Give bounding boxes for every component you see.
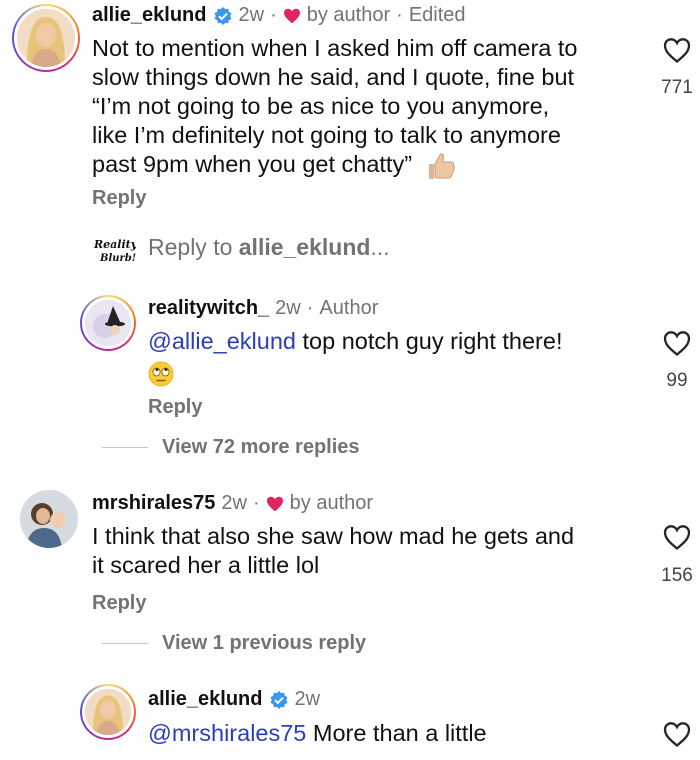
view-more-replies-button[interactable]: View 72 more replies	[102, 436, 360, 459]
reply-button[interactable]: Reply	[92, 187, 146, 210]
rolling-eyes-emoji-icon	[148, 361, 174, 387]
svg-text:Blurb!: Blurb!	[99, 253, 136, 264]
heart-outline-icon[interactable]	[662, 523, 692, 551]
reality-blurb-logo: Reality Blurb!	[93, 238, 139, 264]
profile-photo-icon	[85, 689, 131, 735]
username[interactable]: allie_eklund	[92, 4, 207, 27]
comment-header: allie_eklund 2w	[148, 688, 320, 711]
witch-profile-icon	[85, 300, 131, 346]
username[interactable]: allie_eklund	[148, 688, 263, 711]
comment-header: allie_eklund 2w · by author · Edited	[92, 4, 466, 27]
comment-text: @allie_eklund top notch guy right there!	[148, 327, 648, 387]
verified-badge-icon	[270, 690, 287, 709]
divider-line	[102, 643, 148, 644]
svg-text:Reality: Reality	[93, 238, 136, 251]
comment-text: @mrshirales75 More than a little	[148, 720, 487, 746]
heart-outline-icon[interactable]	[662, 720, 692, 748]
verified-badge-icon	[214, 6, 231, 25]
reply-input[interactable]: Reply to allie_eklund...	[148, 234, 390, 261]
like-count: 771	[661, 77, 693, 98]
comment-text: Not to mention when I asked him off came…	[92, 34, 632, 181]
profile-photo-icon	[17, 9, 75, 67]
avatar-realitywitch[interactable]	[80, 295, 136, 351]
mention-link[interactable]: @mrshirales75	[148, 720, 306, 746]
liked-by-author-label: by author	[289, 492, 374, 514]
mention-link[interactable]: @allie_eklund	[148, 328, 296, 354]
like-count: 99	[666, 370, 688, 391]
like-count: 156	[661, 565, 693, 586]
comment-header: mrshirales75 2w · by author	[92, 492, 374, 515]
liked-by-author-label: by author	[306, 4, 391, 26]
thumbs-up-emoji-icon	[428, 153, 455, 179]
edited-label: Edited	[408, 4, 466, 26]
heart-filled-icon	[283, 8, 300, 23]
heart-outline-icon[interactable]	[662, 36, 692, 64]
reality-blurb-avatar[interactable]: Reality Blurb!	[92, 234, 139, 266]
username[interactable]: realitywitch_	[148, 297, 269, 320]
reply-button[interactable]: Reply	[92, 592, 146, 615]
timestamp: 2w	[221, 492, 247, 514]
heart-filled-icon	[266, 496, 283, 511]
timestamp: 2w	[294, 688, 321, 710]
comment-header: realitywitch_ 2w · Author	[148, 297, 379, 320]
username[interactable]: mrshirales75	[92, 492, 215, 515]
profile-photo-icon	[20, 490, 78, 548]
comment-text: I think that also she saw how mad he get…	[92, 523, 575, 578]
divider-line	[102, 447, 148, 448]
timestamp: 2w	[238, 4, 265, 26]
avatar-allie-eklund[interactable]	[12, 4, 80, 72]
reply-button[interactable]: Reply	[148, 396, 202, 419]
avatar-allie-eklund[interactable]	[80, 684, 136, 740]
view-previous-reply-button[interactable]: View 1 previous reply	[102, 632, 366, 655]
avatar-mrshirales75[interactable]	[20, 490, 78, 548]
timestamp: 2w	[275, 297, 301, 319]
heart-outline-icon[interactable]	[662, 329, 692, 357]
author-label: Author	[319, 297, 379, 319]
